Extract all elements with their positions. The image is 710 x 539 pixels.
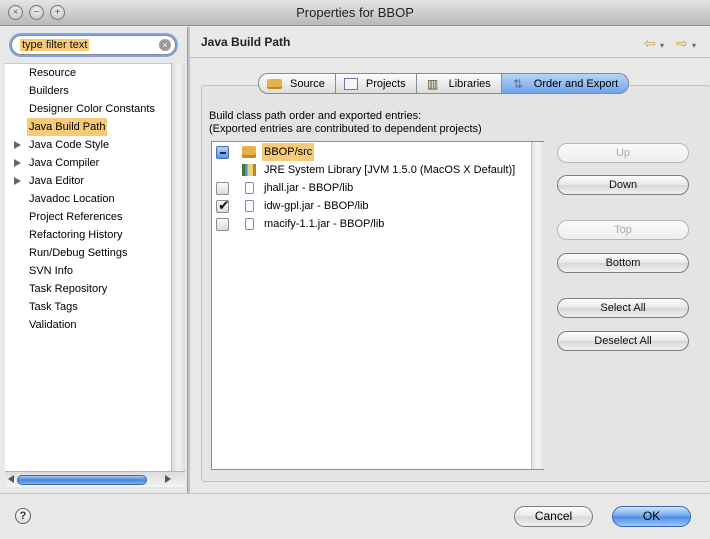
sidebar-item[interactable]: Designer Color Constants [5, 100, 178, 118]
page-header: Java Build Path ⇦ ▾ ⇨ ▾ [190, 27, 710, 58]
expand-triangle-icon[interactable] [14, 159, 21, 167]
scroll-right-arrow-icon[interactable] [165, 475, 171, 483]
jar-icon [245, 182, 254, 194]
forward-dropdown-icon[interactable]: ▾ [692, 39, 696, 53]
clear-filter-icon[interactable]: × [159, 39, 171, 51]
sidebar-item[interactable]: Task Repository [5, 280, 178, 298]
bottom-button[interactable]: Bottom [557, 253, 689, 273]
forward-arrow-icon[interactable]: ⇨ [676, 36, 688, 50]
sidebar-item-label: Designer Color Constants [29, 103, 155, 115]
order-icon: ⇅ [512, 76, 523, 91]
cancel-button[interactable]: Cancel [514, 506, 593, 527]
list-item[interactable]: idw-gpl.jar - BBOP/lib [212, 196, 530, 215]
sidebar-item-label: Task Tags [29, 301, 78, 313]
list-item[interactable]: macify-1.1.jar - BBOP/lib [212, 215, 530, 233]
preference-tree: Resource Builders Designer Color Constants… [5, 63, 178, 471]
sidebar-item-label: Validation [29, 319, 77, 331]
sidebar-item[interactable]: Resource [5, 64, 178, 82]
scroll-thumb[interactable] [17, 475, 147, 485]
page-title: Java Build Path [201, 35, 291, 49]
entry-label: idw-gpl.jar - BBOP/lib [264, 200, 369, 212]
export-checkbox[interactable] [216, 182, 229, 195]
back-dropdown-icon[interactable]: ▾ [660, 39, 664, 53]
top-button[interactable]: Top [557, 220, 689, 240]
sidebar-item[interactable]: Run/Debug Settings [5, 244, 178, 262]
tab-source-label: Source [290, 77, 325, 90]
description: Build class path order and exported entr… [209, 110, 482, 136]
dialog-footer: ? Cancel OK [0, 493, 710, 539]
project-icon [343, 77, 358, 90]
help-icon[interactable]: ? [15, 508, 31, 524]
entry-label: BBOP/src [262, 143, 315, 161]
export-checkbox[interactable] [216, 146, 229, 159]
build-path-entries-list[interactable]: BBOP/src JRE System Library [JVM 1.5.0 (M… [211, 141, 544, 470]
window-titlebar: × − + Properties for BBOP [0, 0, 710, 26]
sidebar-item-label: SVN Info [29, 265, 74, 277]
sidebar-item-label: Javadoc Location [29, 193, 115, 205]
library-icon: ▥ [426, 76, 439, 91]
folder-icon [242, 146, 256, 158]
sidebar-item[interactable]: Task Tags [5, 298, 178, 316]
sidebar: type filter text × Resource Builders Desig… [0, 27, 187, 493]
export-checkbox[interactable] [216, 196, 230, 214]
sidebar-vertical-scrollbar[interactable] [171, 63, 185, 471]
sidebar-item[interactable]: Builders [5, 82, 178, 100]
sidebar-item[interactable]: Javadoc Location [5, 190, 178, 208]
description-line-1: Build class path order and exported entr… [209, 110, 422, 122]
expand-triangle-icon[interactable] [14, 141, 21, 149]
sidebar-horizontal-scrollbar[interactable] [5, 471, 185, 487]
back-arrow-icon[interactable]: ⇦ [644, 36, 656, 50]
list-item[interactable]: BBOP/src [212, 143, 530, 161]
list-item[interactable]: jhall.jar - BBOP/lib [212, 179, 530, 197]
entry-label: JRE System Library [JVM 1.5.0 (MacOS X D… [264, 164, 516, 176]
tab-order-and-export-label: Order and Export [533, 77, 619, 90]
tab-libraries[interactable]: ▥ Libraries [416, 73, 502, 94]
entries-vertical-scrollbar[interactable] [531, 142, 544, 469]
expand-triangle-icon[interactable] [14, 177, 21, 185]
sidebar-item[interactable]: Java Build Path [5, 118, 178, 136]
sidebar-item-label: Java Code Style [29, 139, 110, 151]
deselect-all-button[interactable]: Deselect All [557, 331, 689, 351]
sidebar-item[interactable]: SVN Info [5, 262, 178, 280]
entry-label: macify-1.1.jar - BBOP/lib [264, 218, 385, 230]
jar-icon [245, 218, 254, 230]
sidebar-item-label: Java Build Path [27, 118, 108, 136]
select-all-button[interactable]: Select All [557, 298, 689, 318]
tab-order-and-export[interactable]: ⇅ Order and Export [501, 73, 630, 94]
tab-projects[interactable]: Projects [335, 73, 417, 94]
lib-icon [242, 164, 256, 176]
export-checkbox[interactable] [216, 218, 229, 231]
jar-icon [245, 200, 254, 212]
entry-label: jhall.jar - BBOP/lib [264, 182, 354, 194]
tab-libraries-label: Libraries [448, 77, 491, 90]
filter-input[interactable]: type filter text × [11, 35, 176, 55]
window-title: Properties for BBOP [296, 5, 414, 20]
sidebar-item[interactable]: Refactoring History [5, 226, 178, 244]
list-item[interactable]: JRE System Library [JVM 1.5.0 (MacOS X D… [212, 161, 530, 179]
folder-icon [267, 78, 282, 89]
sidebar-item[interactable]: Project References [5, 208, 178, 226]
tab-source[interactable]: Source [258, 73, 336, 94]
sidebar-item-label: Refactoring History [29, 229, 123, 241]
sidebar-item[interactable]: Validation [5, 316, 178, 334]
tab-projects-label: Projects [365, 77, 406, 90]
down-button[interactable]: Down [557, 175, 689, 195]
filter-placeholder: type filter text [20, 39, 90, 51]
up-button[interactable]: Up [557, 143, 689, 163]
sidebar-item[interactable]: Java Editor [5, 172, 178, 190]
sidebar-item-label: Resource [29, 67, 77, 79]
sidebar-item[interactable]: Java Code Style [5, 136, 178, 154]
sidebar-item-label: Java Compiler [29, 157, 100, 169]
sidebar-item-label: Project References [29, 211, 123, 223]
page-content: Java Build Path ⇦ ▾ ⇨ ▾ Source Projects … [190, 27, 710, 493]
description-line-2: (Exported entries are contributed to dep… [209, 123, 482, 135]
sidebar-item[interactable]: Java Compiler [5, 154, 178, 172]
sidebar-item-label: Run/Debug Settings [29, 247, 128, 259]
sidebar-item-label: Java Editor [29, 175, 85, 187]
ok-button[interactable]: OK [612, 506, 691, 527]
tab-bar: Source Projects ▥ Libraries ⇅ Order and … [258, 73, 630, 94]
scroll-left-arrow-icon[interactable] [8, 475, 14, 483]
sidebar-item-label: Builders [29, 85, 69, 97]
sidebar-item-label: Task Repository [29, 283, 108, 295]
